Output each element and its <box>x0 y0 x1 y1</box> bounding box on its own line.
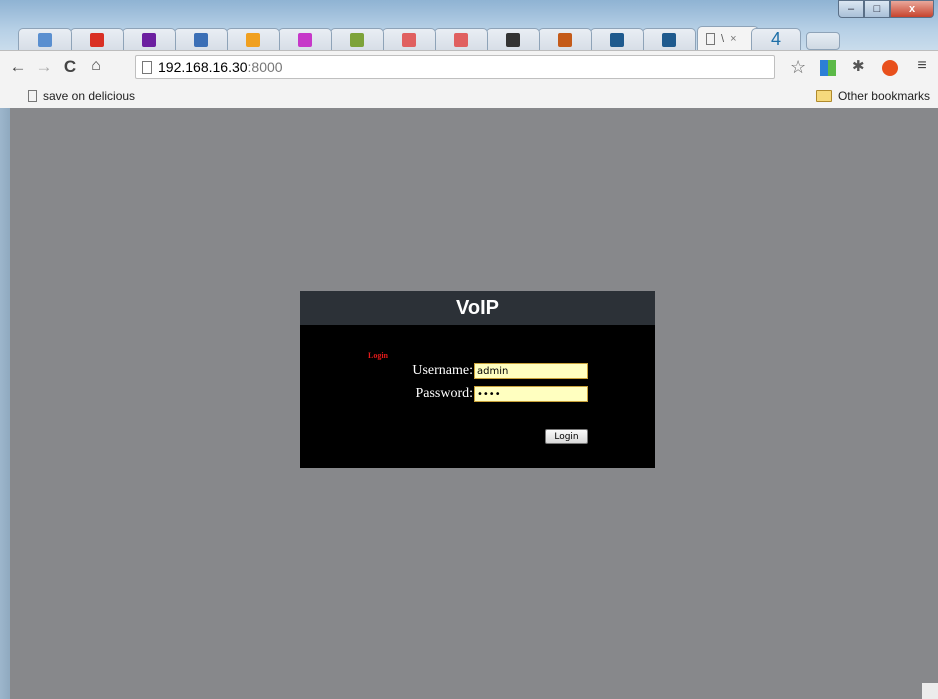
password-row: Password: <box>300 386 655 402</box>
asterisk-icon <box>246 32 260 47</box>
tab-6[interactable] <box>278 28 332 50</box>
stumbleupon-icon[interactable] <box>882 60 898 76</box>
username-input[interactable] <box>474 363 588 379</box>
reload-icon[interactable]: C <box>60 57 80 77</box>
tab-5[interactable] <box>226 28 280 50</box>
login-title: Login <box>368 351 389 360</box>
tab-13[interactable] <box>642 28 696 50</box>
tab-11[interactable] <box>538 28 592 50</box>
tool-icon <box>402 32 416 47</box>
cross-icon <box>662 32 676 47</box>
page-icon <box>142 60 152 74</box>
gmail-icon <box>90 32 104 47</box>
cross-icon <box>610 32 624 47</box>
folder-icon <box>815 90 832 102</box>
close-window-button[interactable]: x <box>890 0 934 18</box>
penguin-icon <box>506 32 520 47</box>
tab-12[interactable] <box>590 28 644 50</box>
other-bookmarks[interactable]: Other bookmarks <box>815 89 930 103</box>
tool-icon <box>454 32 468 47</box>
wand-icon <box>38 32 52 47</box>
play-icon <box>298 32 312 47</box>
window-controls: – □ x <box>838 0 934 18</box>
address-host: 192.168.16.30 <box>158 59 248 75</box>
tab-4[interactable] <box>174 28 228 50</box>
tab-close-icon[interactable]: × <box>730 33 736 45</box>
tab-2[interactable] <box>70 28 124 50</box>
home-icon[interactable]: ⌂ <box>86 57 106 75</box>
password-label: Password: <box>415 386 473 401</box>
panel-header: VoIP <box>300 291 655 325</box>
username-row: Username: <box>300 363 655 379</box>
chart-icon <box>350 32 364 47</box>
bookmark-save-on-delicious[interactable]: save on delicious <box>28 89 135 103</box>
voip-login-panel: VoIP Login Username: Password: Login <box>300 291 655 468</box>
minimize-button[interactable]: – <box>838 0 864 18</box>
forward-arrow-icon[interactable]: → <box>34 57 54 77</box>
address-bar[interactable]: 192.168.16.30:8000 <box>135 55 775 79</box>
page-icon <box>28 90 37 102</box>
bookmark-label: save on delicious <box>43 89 136 103</box>
tab-1[interactable] <box>18 28 72 50</box>
other-bookmarks-label: Other bookmarks <box>837 89 930 103</box>
page-icon <box>706 32 715 45</box>
tab-9[interactable] <box>434 28 488 50</box>
maximize-button[interactable]: □ <box>864 0 890 18</box>
zoho-icon <box>194 32 208 47</box>
window-corner <box>922 683 938 699</box>
extension-bug-icon[interactable]: ✱ <box>852 57 868 75</box>
extra-tab-label: 4 <box>770 29 781 49</box>
tab-extra[interactable]: 4 <box>751 28 801 50</box>
tab-3[interactable] <box>122 28 176 50</box>
active-tab-label: \ <box>721 32 725 45</box>
window-left-border <box>0 108 10 699</box>
tab-10[interactable] <box>486 28 540 50</box>
bookmark-star-icon[interactable]: ☆ <box>790 57 806 78</box>
tab-active[interactable]: \ × <box>697 26 759 50</box>
new-tab-button[interactable] <box>806 32 840 50</box>
tab-strip: \ × 4 <box>14 22 854 50</box>
username-label: Username: <box>412 363 473 378</box>
password-input[interactable] <box>474 386 588 402</box>
login-button[interactable]: Login <box>545 429 588 444</box>
image-icon <box>558 32 572 47</box>
extension-squares-icon[interactable] <box>820 60 836 76</box>
tab-7[interactable] <box>330 28 384 50</box>
bookmarks-bar: save on delicious Other bookmarks <box>0 84 938 109</box>
menu-icon[interactable]: ≡ <box>912 57 932 75</box>
back-arrow-icon[interactable]: ← <box>8 57 28 77</box>
yahoo-icon <box>142 32 156 47</box>
tab-8[interactable] <box>382 28 436 50</box>
browser-toolbar: ← → C ⌂ 192.168.16.30:8000 ☆ ✱ ≡ <box>0 50 938 85</box>
address-port: :8000 <box>247 59 283 75</box>
window-titlebar: \ × 4 – □ x <box>0 0 938 50</box>
